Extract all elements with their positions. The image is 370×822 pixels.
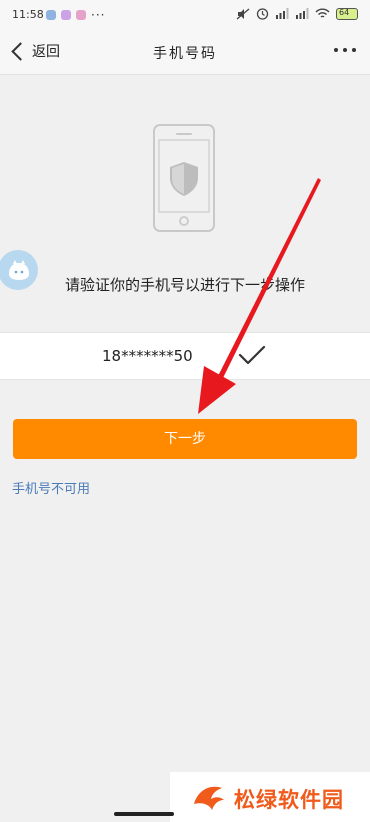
more-dot	[352, 48, 356, 52]
battery-icon: 64	[336, 7, 358, 20]
phone-shield-illustration	[153, 124, 215, 232]
app-notification-icon	[61, 10, 71, 20]
mute-icon	[236, 8, 250, 19]
checkmark-icon	[238, 345, 266, 365]
nav-bar: 返回 手机号码	[0, 30, 370, 75]
home-indicator[interactable]	[114, 812, 174, 816]
status-time: 11:58	[12, 8, 44, 21]
more-options-button[interactable]	[334, 42, 356, 58]
system-icons: 64	[236, 7, 358, 20]
status-bar: 11:58 ··· 64	[0, 0, 370, 30]
page-title: 手机号码	[153, 46, 217, 62]
more-dot	[334, 48, 338, 52]
watermark-text: 松绿软件园	[234, 788, 344, 812]
signal-icon	[276, 8, 289, 19]
instruction-text: 请验证你的手机号以进行下一步操作	[64, 276, 305, 294]
shield-notification-icon	[46, 10, 56, 20]
notification-icons: ···	[46, 8, 105, 22]
alarm-icon	[256, 8, 269, 20]
more-dot	[343, 48, 347, 52]
signal-icon-2	[296, 8, 309, 19]
phone-number: 18*******50	[102, 347, 193, 365]
more-notifications-icon: ···	[91, 8, 106, 22]
battery-level: 64	[339, 7, 350, 17]
wifi-icon	[315, 8, 330, 18]
next-step-button[interactable]: 下一步	[13, 419, 357, 459]
phone-number-row[interactable]: 18*******50	[0, 332, 370, 380]
watermark: 松绿软件园	[170, 772, 370, 822]
phone-unavailable-link[interactable]: 手机号不可用	[12, 478, 90, 497]
watermark-logo-icon	[194, 786, 224, 810]
app-notification-icon-2	[76, 10, 86, 20]
